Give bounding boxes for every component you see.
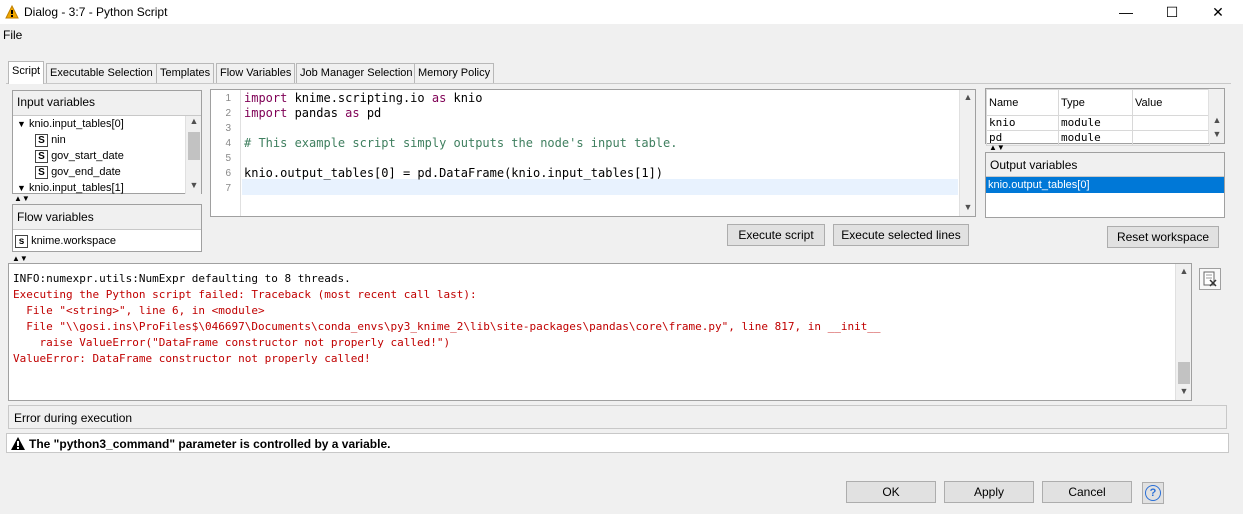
console-line: INFO:numexpr.utils:NumExpr defaulting to… (13, 272, 351, 285)
scroll-up-icon[interactable]: ▲ (186, 116, 202, 126)
knime-warning-icon (5, 5, 19, 19)
tab-flow-variables[interactable]: Flow Variables (216, 63, 296, 83)
column-header-type[interactable]: Type (1058, 89, 1133, 116)
warning-icon (11, 437, 25, 450)
status-bar: Error during execution (8, 405, 1227, 429)
tree-item-gov-start-date[interactable]: S gov_start_date (35, 148, 124, 164)
close-button[interactable]: ✕ (1195, 0, 1241, 24)
string-type-icon: S (35, 165, 48, 179)
splitter-handle[interactable]: ▲▼ (989, 144, 1011, 152)
editor-scrollbar[interactable]: ▲ ▼ (959, 90, 975, 216)
ok-button[interactable]: OK (846, 481, 936, 503)
cancel-button[interactable]: Cancel (1042, 481, 1132, 503)
splitter-handle[interactable]: ▲▼ (12, 255, 34, 263)
string-type-icon: S (35, 133, 48, 147)
code-text: import pandas as pd (244, 106, 382, 120)
tree-node-input-tables-1[interactable]: ▼ knio.input_tables[1] (17, 180, 124, 196)
flow-string-icon: s (15, 234, 28, 248)
scroll-up-icon[interactable]: ▲ (1176, 266, 1192, 276)
workspace-cell-value[interactable] (1132, 130, 1210, 146)
console-line: ValueError: DataFrame constructor not pr… (13, 352, 371, 365)
code-text: knio.output_tables[0] = pd.DataFrame(kni… (244, 166, 664, 180)
workspace-cell-type[interactable]: module (1058, 130, 1133, 146)
workspace-cell-value[interactable] (1132, 115, 1210, 131)
menu-file[interactable]: File (3, 28, 22, 42)
tab-job-manager-selection[interactable]: Job Manager Selection (296, 63, 417, 83)
scroll-up-icon[interactable]: ▲ (960, 92, 976, 102)
output-variable-item[interactable]: knio.output_tables[0] (986, 177, 1224, 193)
execute-script-button[interactable]: Execute script (727, 224, 825, 246)
console-line: raise ValueError("DataFrame constructor … (13, 336, 451, 349)
status-text: Error during execution (14, 411, 133, 425)
flow-variables-panel: Flow variables s knime.workspace (12, 204, 202, 252)
tab-templates[interactable]: Templates (156, 63, 215, 83)
execute-selected-lines-button[interactable]: Execute selected lines (833, 224, 969, 246)
scroll-up-icon[interactable]: ▲ (1209, 115, 1225, 125)
clear-console-button[interactable] (1199, 268, 1221, 290)
scroll-down-icon[interactable]: ▼ (1176, 386, 1192, 396)
tab-divider (6, 83, 1231, 84)
console-output[interactable]: INFO:numexpr.utils:NumExpr defaulting to… (8, 263, 1192, 401)
input-variables-panel: Input variables ▼ knio.input_tables[0] S… (12, 90, 202, 194)
flow-variable-knime-workspace[interactable]: s knime.workspace (15, 233, 116, 249)
line-number: 5 (225, 153, 231, 164)
scroll-down-icon[interactable]: ▼ (960, 202, 976, 212)
help-icon: ? (1145, 485, 1161, 501)
workspace-table[interactable]: Name Type Value knio module pd module ▲ … (985, 88, 1225, 146)
tree-item-nin[interactable]: S nin (35, 132, 66, 148)
help-button[interactable]: ? (1142, 482, 1164, 504)
warning-text: The "python3_command" parameter is contr… (29, 437, 391, 451)
input-variables-header: Input variables (17, 95, 96, 109)
line-number: 4 (225, 138, 231, 149)
line-number: 7 (225, 183, 231, 194)
workspace-cell-type[interactable]: module (1058, 115, 1133, 131)
splitter-handle[interactable]: ▲▼ (14, 195, 36, 203)
input-variables-scrollbar[interactable]: ▲ ▼ (185, 116, 201, 194)
line-number: 6 (225, 168, 231, 179)
apply-button[interactable]: Apply (944, 481, 1034, 503)
scroll-down-icon[interactable]: ▼ (186, 180, 202, 190)
console-lines: INFO:numexpr.utils:NumExpr defaulting to… (13, 271, 1173, 367)
scroll-thumb[interactable] (188, 132, 200, 160)
scroll-down-icon[interactable]: ▼ (1209, 129, 1225, 139)
flow-variables-header: Flow variables (17, 210, 94, 224)
string-type-icon: S (35, 149, 48, 163)
window-title: Dialog - 3:7 - Python Script (24, 5, 168, 19)
console-line: Executing the Python script failed: Trac… (13, 288, 477, 301)
code-editor[interactable]: 1 import knime.scripting.io as knio 2 impor… (210, 89, 976, 217)
output-variables-header: Output variables (990, 158, 1078, 172)
title-bar: Dialog - 3:7 - Python Script — ☐ ✕ (0, 0, 1243, 24)
scroll-thumb[interactable] (1178, 362, 1190, 384)
console-line: File "\\gosi.ins\ProFiles$\046697\Docume… (13, 320, 881, 333)
line-number: 1 (225, 93, 231, 104)
workspace-cell-name[interactable]: knio (986, 115, 1059, 131)
workspace-grid: Name Type Value knio module pd module (986, 89, 1210, 146)
tab-executable-selection[interactable]: Executable Selection (46, 63, 157, 83)
minimize-button[interactable]: — (1103, 0, 1149, 24)
input-variables-tree[interactable]: ▼ knio.input_tables[0] S nin S gov_start… (13, 115, 201, 196)
reset-workspace-button[interactable]: Reset workspace (1107, 226, 1219, 248)
output-variables-panel: Output variables knio.output_tables[0] (985, 152, 1225, 218)
tab-script[interactable]: Script (8, 61, 45, 84)
column-header-value[interactable]: Value (1132, 89, 1210, 116)
clear-console-icon (1203, 271, 1217, 287)
line-number: 3 (225, 123, 231, 134)
column-header-name[interactable]: Name (986, 89, 1059, 116)
tab-memory-policy[interactable]: Memory Policy (414, 63, 495, 83)
code-text: # This example script simply outputs the… (244, 136, 678, 150)
warning-bar: The "python3_command" parameter is contr… (6, 433, 1229, 453)
code-text: import knime.scripting.io as knio (244, 91, 483, 105)
workspace-scrollbar[interactable]: ▲ ▼ (1208, 89, 1224, 143)
current-line-highlight (242, 179, 958, 195)
output-variables-list[interactable]: knio.output_tables[0] (986, 176, 1224, 217)
line-number: 2 (225, 108, 231, 119)
tree-item-gov-end-date[interactable]: S gov_end_date (35, 164, 121, 180)
console-line: File "<string>", line 6, in <module> (13, 304, 265, 317)
flow-variables-list[interactable]: s knime.workspace (13, 229, 201, 251)
tree-node-input-tables-0[interactable]: ▼ knio.input_tables[0] (17, 116, 124, 132)
console-scrollbar[interactable]: ▲ ▼ (1175, 264, 1191, 400)
maximize-button[interactable]: ☐ (1149, 0, 1195, 24)
